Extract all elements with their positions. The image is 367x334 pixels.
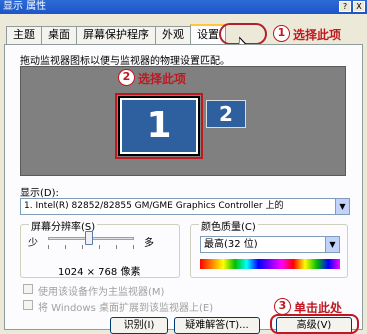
extend-desktop-checkbox[interactable] — [23, 300, 33, 310]
troubleshoot-button[interactable]: 疑难解答(T)... — [174, 317, 260, 334]
callout-1-number: 1 — [273, 25, 290, 42]
display-select[interactable]: 1. Intel(R) 82852/82855 GM/GME Graphics … — [20, 198, 350, 215]
window-title: 显示 属性 — [3, 1, 47, 12]
close-button[interactable]: X — [353, 1, 365, 12]
extend-desktop-label: 将 Windows 桌面扩展到该监视器上(E) — [38, 303, 214, 314]
color-quality-value: 最高(32 位) — [204, 239, 258, 250]
callout-1-text: 选择此项 — [293, 28, 342, 42]
help-button[interactable]: ? — [339, 1, 351, 12]
color-quality-title: 颜色质量(C) — [199, 218, 258, 233]
resolution-value: 1024 × 768 像素 — [58, 267, 141, 278]
primary-monitor-label: 使用该设备作为主监视器(M) — [38, 287, 165, 298]
drag-hint-text: 拖动监视器图标以便与监视器的物理设置匹配。 — [20, 56, 230, 67]
tab-appearance[interactable]: 外观 — [155, 26, 191, 44]
primary-monitor-checkbox[interactable] — [23, 284, 33, 294]
callout-2-text: 选择此项 — [138, 72, 187, 86]
title-bar: 显示 属性 ? X — [0, 0, 367, 14]
tab-desktop[interactable]: 桌面 — [41, 26, 77, 44]
tab-themes[interactable]: 主题 — [6, 26, 42, 44]
monitor-1-icon[interactable]: 1 — [118, 96, 200, 156]
resolution-more-label: 多 — [144, 238, 154, 249]
chevron-down-icon[interactable]: ▼ — [325, 237, 339, 252]
display-properties-window: 显示 属性 ? X 主题 桌面 屏幕保护程序 外观 设置 1 选择此项 拖动监视… — [0, 0, 367, 334]
resolution-less-label: 少 — [28, 238, 38, 249]
chevron-down-icon[interactable]: ▼ — [335, 199, 349, 214]
display-select-value: 1. Intel(R) 82852/82855 GM/GME Graphics … — [24, 201, 284, 211]
identify-button[interactable]: 识别(I) — [110, 317, 168, 334]
color-palette-bar — [200, 259, 340, 269]
advanced-button-highlight — [270, 314, 359, 334]
tab-bar: 主题 桌面 屏幕保护程序 外观 设置 — [6, 24, 226, 44]
callout-3-number: 3 — [274, 298, 291, 315]
monitor-2-icon[interactable]: 2 — [206, 100, 246, 128]
callout-2-number: 2 — [118, 69, 135, 86]
resolution-slider-ticks — [48, 245, 134, 249]
tab-screensaver[interactable]: 屏幕保护程序 — [76, 26, 156, 44]
color-quality-select[interactable]: 最高(32 位) ▼ — [200, 236, 340, 253]
display-label: 显示(D): — [20, 188, 59, 199]
resolution-slider-thumb[interactable] — [85, 231, 93, 245]
